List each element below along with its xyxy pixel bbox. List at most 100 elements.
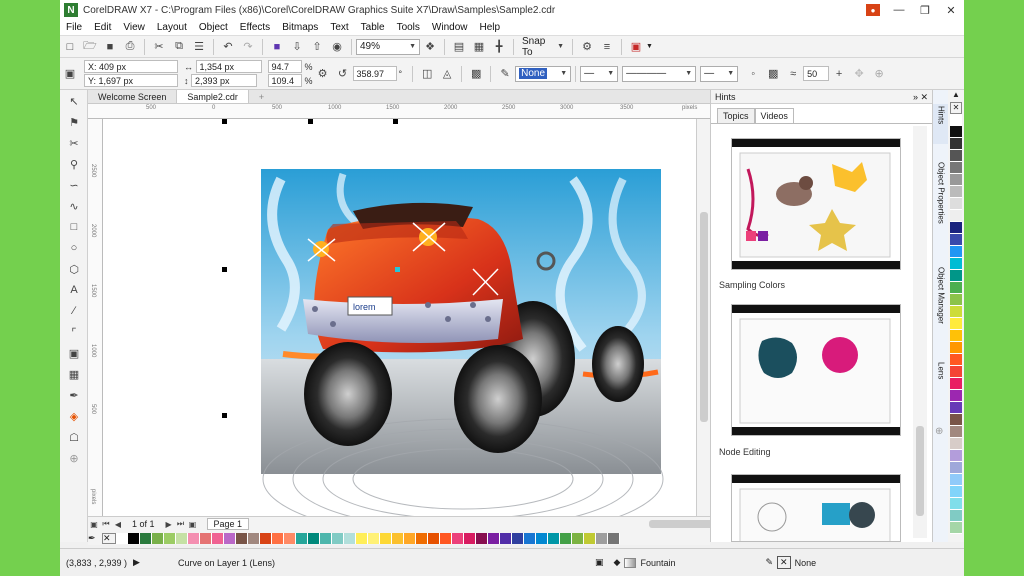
palette-swatch[interactable] [950,222,962,234]
video-thumbnail-sampling-colors[interactable] [731,138,901,270]
zoom-level-select[interactable]: 49% ▼ [356,38,420,55]
palette-swatch[interactable] [212,532,224,544]
menu-table[interactable]: Table [355,22,391,33]
palette-swatch[interactable] [392,532,404,544]
palette-swatch[interactable] [950,342,962,354]
first-page-icon[interactable]: ⏮ [100,519,112,529]
palette-swatch[interactable] [476,532,488,544]
menu-layout[interactable]: Layout [151,22,193,33]
interactive-fill-icon[interactable]: ◈ [63,406,85,426]
palette-swatch[interactable] [950,198,962,210]
minimize-button[interactable]: — [886,0,912,20]
end-arrowhead-select[interactable]: — ▼ [700,65,739,82]
mirror-vertical-icon[interactable]: ◬ [438,65,456,83]
scale-x-field[interactable]: 94.7 [267,60,302,73]
redo-icon[interactable]: ↷ [239,38,257,56]
artistic-media-icon[interactable]: ∿ [63,196,85,216]
rectangle-tool-icon[interactable]: □ [63,217,85,237]
palette-swatch[interactable] [950,150,962,162]
palette-swatch[interactable] [416,532,428,544]
palette-swatch[interactable] [332,532,344,544]
palette-swatch[interactable] [548,532,560,544]
add-tool-icon[interactable]: ⊕ [63,448,85,468]
selection-node[interactable] [395,267,400,272]
eyedropper-icon[interactable]: ✒ [88,533,102,544]
video-caption-node-editing[interactable]: Node Editing [719,447,771,457]
menu-text[interactable]: Text [324,22,354,33]
object-origin-icon[interactable]: ▣ [61,65,79,83]
palette-swatch[interactable] [380,532,392,544]
paste-icon[interactable]: ☰ [190,38,208,56]
text-wrap-icon[interactable]: ▩ [764,65,782,83]
open-folder-icon[interactable]: 🗁 [81,38,99,56]
x-position-field[interactable]: X: 409 px [84,60,178,73]
menu-effects[interactable]: Effects [234,22,276,33]
palette-swatch[interactable] [188,532,200,544]
cut-icon[interactable]: ✂ [150,38,168,56]
tab-welcome-screen[interactable]: Welcome Screen [88,90,178,103]
palette-swatch[interactable] [344,532,356,544]
palette-swatch[interactable] [950,138,962,150]
menu-edit[interactable]: Edit [88,22,117,33]
palette-swatch[interactable] [236,532,248,544]
show-rulers-icon[interactable]: ▤ [450,38,468,56]
account-icon[interactable]: ● [866,4,880,16]
menu-window[interactable]: Window [426,22,474,33]
palette-swatch[interactable] [950,474,962,486]
palette-swatch[interactable] [296,532,308,544]
menu-file[interactable]: File [60,22,88,33]
close-button[interactable]: ✕ [938,0,964,20]
palette-swatch[interactable] [950,498,962,510]
palette-swatch[interactable] [950,510,962,522]
palette-swatch[interactable] [500,532,512,544]
side-tab-lens[interactable]: Lens [933,360,949,400]
page-options-icon[interactable]: ▣ [88,520,100,529]
video-thumbnail-third[interactable] [731,474,901,542]
tab-topics[interactable]: Topics [717,108,755,123]
side-tab-object-manager[interactable]: Object Manager [933,265,949,345]
palette-swatch[interactable] [488,532,500,544]
palette-swatch[interactable] [950,426,962,438]
palette-swatch[interactable] [248,532,260,544]
palette-swatch[interactable] [512,532,524,544]
palette-swatch[interactable] [368,532,380,544]
palette-swatch[interactable] [950,186,962,198]
add-page-icon[interactable]: ▣ [187,520,199,529]
palette-swatch[interactable] [950,174,962,186]
drawing-canvas[interactable]: lorem [103,119,696,516]
palette-swatch[interactable] [224,532,236,544]
canvas-vertical-scrollbar[interactable] [696,119,710,516]
palette-swatch[interactable] [950,162,962,174]
last-page-icon[interactable]: ⏭ [175,519,187,529]
palette-swatch[interactable] [404,532,416,544]
new-tab-icon[interactable]: + [249,90,274,103]
tab-sample2[interactable]: Sample2.cdr [177,90,249,103]
palette-swatch[interactable] [950,258,962,270]
options-icon[interactable]: ⚙ [578,38,596,56]
menu-view[interactable]: View [117,22,151,33]
chevron-down-icon[interactable]: ▼ [646,43,653,50]
palette-swatch[interactable] [950,330,962,342]
palette-swatch[interactable] [950,294,962,306]
palette-swatch[interactable] [596,532,608,544]
side-tab-hints[interactable]: Hints [933,104,949,144]
align-icon[interactable]: ≡ [598,38,616,56]
import-icon[interactable]: ⇩ [288,38,306,56]
palette-swatch[interactable] [560,532,572,544]
palette-swatch[interactable] [272,532,284,544]
palette-swatch[interactable] [524,532,536,544]
palette-swatch[interactable] [950,318,962,330]
show-guidelines-icon[interactable]: ╋ [490,38,508,56]
status-play-icon[interactable]: ▶ [133,557,140,568]
palette-swatch[interactable] [164,532,176,544]
video-thumbnail-node-editing[interactable] [731,304,901,436]
palette-swatch[interactable] [950,438,962,450]
export-icon[interactable]: ⇧ [308,38,326,56]
palette-swatch[interactable] [536,532,548,544]
smart-fill-icon[interactable]: ☖ [63,427,85,447]
selection-handle[interactable] [222,267,227,272]
wrap-text-icon[interactable]: ▩ [467,65,485,83]
close-curve-icon[interactable]: ◦ [744,65,762,83]
save-icon[interactable]: ■ [101,38,119,56]
plus-icon[interactable]: + [830,65,848,83]
